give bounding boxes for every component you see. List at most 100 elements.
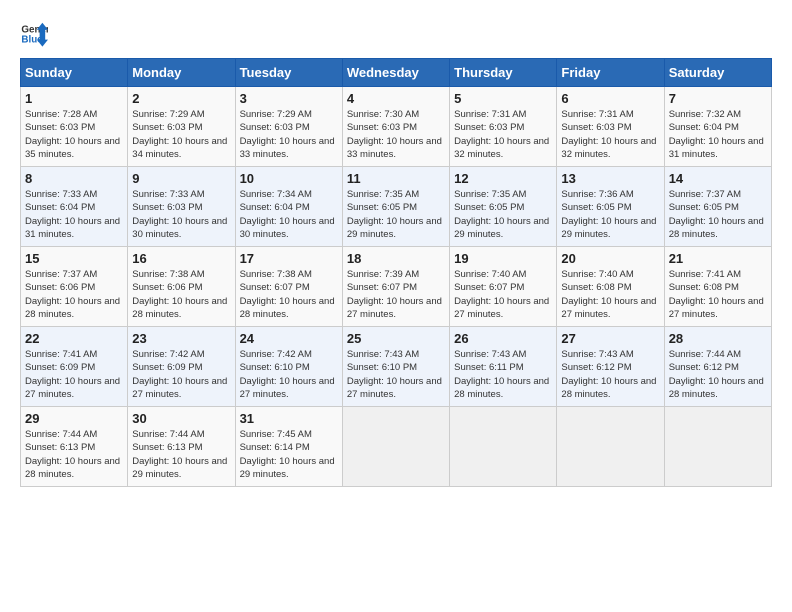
day-cell-26: 26 Sunrise: 7:43 AM Sunset: 6:11 PM Dayli… [450, 327, 557, 407]
day-detail: Sunrise: 7:44 AM Sunset: 6:12 PM Dayligh… [669, 348, 767, 401]
day-cell-28: 28 Sunrise: 7:44 AM Sunset: 6:12 PM Dayli… [664, 327, 771, 407]
day-detail: Sunrise: 7:39 AM Sunset: 6:07 PM Dayligh… [347, 268, 445, 321]
day-cell-16: 16Sunrise: 7:38 AM Sunset: 6:06 PM Dayli… [128, 247, 235, 327]
day-cell-2: 2 Sunrise: 7:29 AM Sunset: 6:03 PM Daylig… [128, 87, 235, 167]
day-detail: Sunrise: 7:38 AM Sunset: 6:07 PM Dayligh… [240, 268, 338, 321]
day-cell-25: 25Sunrise: 7:43 AM Sunset: 6:10 PM Dayli… [342, 327, 449, 407]
day-number: 8 [25, 171, 123, 186]
day-number: 9 [132, 171, 230, 186]
day-detail: Sunrise: 7:31 AM Sunset: 6:03 PM Dayligh… [561, 108, 659, 161]
day-cell-7: 7 Sunrise: 7:32 AM Sunset: 6:04 PM Daylig… [664, 87, 771, 167]
day-number: 30 [132, 411, 230, 426]
calendar-week-row: 1 Sunrise: 7:28 AM Sunset: 6:03 PM Daylig… [21, 87, 772, 167]
weekday-header-tuesday: Tuesday [235, 59, 342, 87]
day-detail: Sunrise: 7:35 AM Sunset: 6:05 PM Dayligh… [454, 188, 552, 241]
day-cell-14: 14 Sunrise: 7:37 AM Sunset: 6:05 PM Dayli… [664, 167, 771, 247]
day-cell-31: 31Sunrise: 7:45 AM Sunset: 6:14 PM Dayli… [235, 407, 342, 487]
day-number: 19 [454, 251, 552, 266]
day-detail: Sunrise: 7:42 AM Sunset: 6:10 PM Dayligh… [240, 348, 338, 401]
day-cell-13: 13 Sunrise: 7:36 AM Sunset: 6:05 PM Dayli… [557, 167, 664, 247]
header: General Blue [20, 20, 772, 48]
day-cell-24: 24 Sunrise: 7:42 AM Sunset: 6:10 PM Dayli… [235, 327, 342, 407]
day-cell-20: 20Sunrise: 7:40 AM Sunset: 6:08 PM Dayli… [557, 247, 664, 327]
empty-day-cell [342, 407, 449, 487]
day-detail: Sunrise: 7:40 AM Sunset: 6:08 PM Dayligh… [561, 268, 659, 321]
day-detail: Sunrise: 7:33 AM Sunset: 6:03 PM Dayligh… [132, 188, 230, 241]
day-detail: Sunrise: 7:37 AM Sunset: 6:05 PM Dayligh… [669, 188, 767, 241]
day-number: 14 [669, 171, 767, 186]
day-number: 4 [347, 91, 445, 106]
day-cell-1: 1 Sunrise: 7:28 AM Sunset: 6:03 PM Daylig… [21, 87, 128, 167]
day-detail: Sunrise: 7:44 AM Sunset: 6:13 PM Dayligh… [25, 428, 123, 481]
day-number: 7 [669, 91, 767, 106]
day-number: 24 [240, 331, 338, 346]
day-detail: Sunrise: 7:31 AM Sunset: 6:03 PM Dayligh… [454, 108, 552, 161]
day-detail: Sunrise: 7:29 AM Sunset: 6:03 PM Dayligh… [240, 108, 338, 161]
weekday-header-row: SundayMondayTuesdayWednesdayThursdayFrid… [21, 59, 772, 87]
day-cell-6: 6 Sunrise: 7:31 AM Sunset: 6:03 PM Daylig… [557, 87, 664, 167]
day-detail: Sunrise: 7:33 AM Sunset: 6:04 PM Dayligh… [25, 188, 123, 241]
day-number: 13 [561, 171, 659, 186]
day-cell-21: 21 Sunrise: 7:41 AM Sunset: 6:08 PM Dayli… [664, 247, 771, 327]
weekday-header-sunday: Sunday [21, 59, 128, 87]
day-cell-11: 11Sunrise: 7:35 AM Sunset: 6:05 PM Dayli… [342, 167, 449, 247]
day-number: 27 [561, 331, 659, 346]
day-number: 12 [454, 171, 552, 186]
weekday-header-friday: Friday [557, 59, 664, 87]
day-detail: Sunrise: 7:34 AM Sunset: 6:04 PM Dayligh… [240, 188, 338, 241]
day-number: 3 [240, 91, 338, 106]
empty-day-cell [664, 407, 771, 487]
logo-icon: General Blue [20, 20, 48, 48]
day-detail: Sunrise: 7:41 AM Sunset: 6:08 PM Dayligh… [669, 268, 767, 321]
day-cell-22: 22Sunrise: 7:41 AM Sunset: 6:09 PM Dayli… [21, 327, 128, 407]
weekday-header-monday: Monday [128, 59, 235, 87]
day-detail: Sunrise: 7:30 AM Sunset: 6:03 PM Dayligh… [347, 108, 445, 161]
day-number: 23 [132, 331, 230, 346]
day-cell-30: 30 Sunrise: 7:44 AM Sunset: 6:13 PM Dayli… [128, 407, 235, 487]
weekday-header-wednesday: Wednesday [342, 59, 449, 87]
day-detail: Sunrise: 7:28 AM Sunset: 6:03 PM Dayligh… [25, 108, 123, 161]
calendar-week-row: 15 Sunrise: 7:37 AM Sunset: 6:06 PM Dayli… [21, 247, 772, 327]
day-number: 29 [25, 411, 123, 426]
day-detail: Sunrise: 7:32 AM Sunset: 6:04 PM Dayligh… [669, 108, 767, 161]
day-number: 25 [347, 331, 445, 346]
day-detail: Sunrise: 7:43 AM Sunset: 6:12 PM Dayligh… [561, 348, 659, 401]
day-number: 21 [669, 251, 767, 266]
day-detail: Sunrise: 7:36 AM Sunset: 6:05 PM Dayligh… [561, 188, 659, 241]
day-cell-15: 15 Sunrise: 7:37 AM Sunset: 6:06 PM Dayli… [21, 247, 128, 327]
day-number: 26 [454, 331, 552, 346]
day-cell-27: 27 Sunrise: 7:43 AM Sunset: 6:12 PM Dayli… [557, 327, 664, 407]
empty-day-cell [557, 407, 664, 487]
day-number: 31 [240, 411, 338, 426]
day-cell-29: 29 Sunrise: 7:44 AM Sunset: 6:13 PM Dayli… [21, 407, 128, 487]
day-cell-12: 12 Sunrise: 7:35 AM Sunset: 6:05 PM Dayli… [450, 167, 557, 247]
empty-day-cell [450, 407, 557, 487]
day-number: 11 [347, 171, 445, 186]
day-number: 18 [347, 251, 445, 266]
day-cell-8: 8 Sunrise: 7:33 AM Sunset: 6:04 PM Daylig… [21, 167, 128, 247]
day-number: 6 [561, 91, 659, 106]
day-detail: Sunrise: 7:43 AM Sunset: 6:11 PM Dayligh… [454, 348, 552, 401]
calendar-week-row: 22Sunrise: 7:41 AM Sunset: 6:09 PM Dayli… [21, 327, 772, 407]
calendar-table: SundayMondayTuesdayWednesdayThursdayFrid… [20, 58, 772, 487]
day-cell-23: 23 Sunrise: 7:42 AM Sunset: 6:09 PM Dayli… [128, 327, 235, 407]
day-cell-17: 17 Sunrise: 7:38 AM Sunset: 6:07 PM Dayli… [235, 247, 342, 327]
day-number: 17 [240, 251, 338, 266]
day-number: 16 [132, 251, 230, 266]
day-number: 15 [25, 251, 123, 266]
calendar-week-row: 29 Sunrise: 7:44 AM Sunset: 6:13 PM Dayli… [21, 407, 772, 487]
day-detail: Sunrise: 7:42 AM Sunset: 6:09 PM Dayligh… [132, 348, 230, 401]
weekday-header-thursday: Thursday [450, 59, 557, 87]
day-number: 5 [454, 91, 552, 106]
day-detail: Sunrise: 7:37 AM Sunset: 6:06 PM Dayligh… [25, 268, 123, 321]
day-detail: Sunrise: 7:29 AM Sunset: 6:03 PM Dayligh… [132, 108, 230, 161]
calendar-week-row: 8 Sunrise: 7:33 AM Sunset: 6:04 PM Daylig… [21, 167, 772, 247]
day-number: 28 [669, 331, 767, 346]
day-cell-18: 18 Sunrise: 7:39 AM Sunset: 6:07 PM Dayli… [342, 247, 449, 327]
day-number: 2 [132, 91, 230, 106]
day-number: 1 [25, 91, 123, 106]
day-detail: Sunrise: 7:44 AM Sunset: 6:13 PM Dayligh… [132, 428, 230, 481]
day-cell-5: 5 Sunrise: 7:31 AM Sunset: 6:03 PM Daylig… [450, 87, 557, 167]
logo: General Blue [20, 20, 48, 48]
day-cell-3: 3 Sunrise: 7:29 AM Sunset: 6:03 PM Daylig… [235, 87, 342, 167]
